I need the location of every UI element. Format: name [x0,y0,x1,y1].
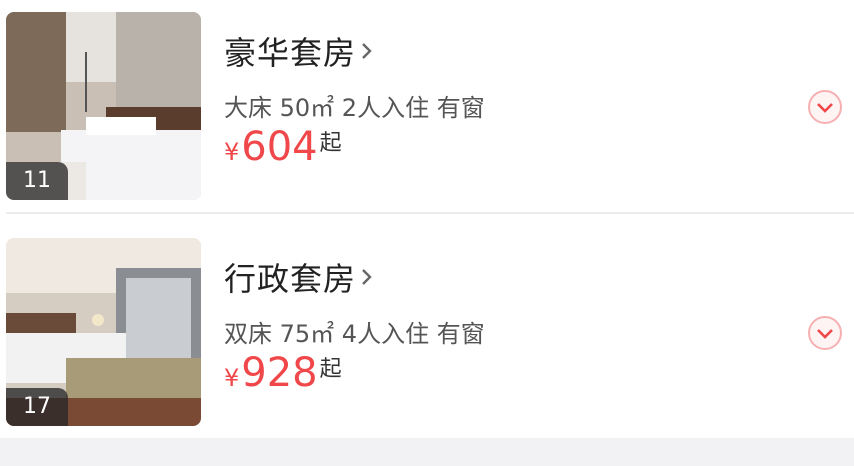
room-name: 行政套房 [224,260,357,298]
room-name-link[interactable]: 行政套房 [224,254,374,300]
room-info: 双床 75㎡ 4人入住 有窗 [224,320,485,348]
section-separator [0,438,854,466]
chevron-down-circle-icon[interactable] [806,88,844,126]
divider [6,212,854,214]
room-photo[interactable]: 17 [6,238,201,426]
chevron-down-circle-icon[interactable] [806,314,844,352]
room-photo[interactable]: 11 [6,12,201,200]
price-amount: 928 [241,350,318,396]
room-info: 大床 50㎡ 2人入住 有窗 [224,94,485,122]
photo-count-badge: 11 [6,162,68,200]
price-amount: 604 [241,124,318,170]
chevron-right-icon [362,269,372,285]
photo-count-badge: 17 [6,388,68,426]
price-suffix: 起 [319,131,342,156]
room-name-link[interactable]: 豪华套房 [224,28,374,74]
room-card-deluxe-suite[interactable]: 11 豪华套房 大床 50㎡ 2人入住 有窗 ¥ 604 起 [0,0,854,200]
price-suffix: 起 [319,357,342,382]
room-price: ¥ 928 起 [224,350,342,396]
chevron-right-icon [362,43,372,59]
room-name: 豪华套房 [224,34,357,72]
price-currency: ¥ [224,138,240,166]
price-currency: ¥ [224,364,240,392]
room-price: ¥ 604 起 [224,124,342,170]
room-card-executive-suite[interactable]: 17 行政套房 双床 75㎡ 4人入住 有窗 ¥ 928 起 [0,226,854,426]
